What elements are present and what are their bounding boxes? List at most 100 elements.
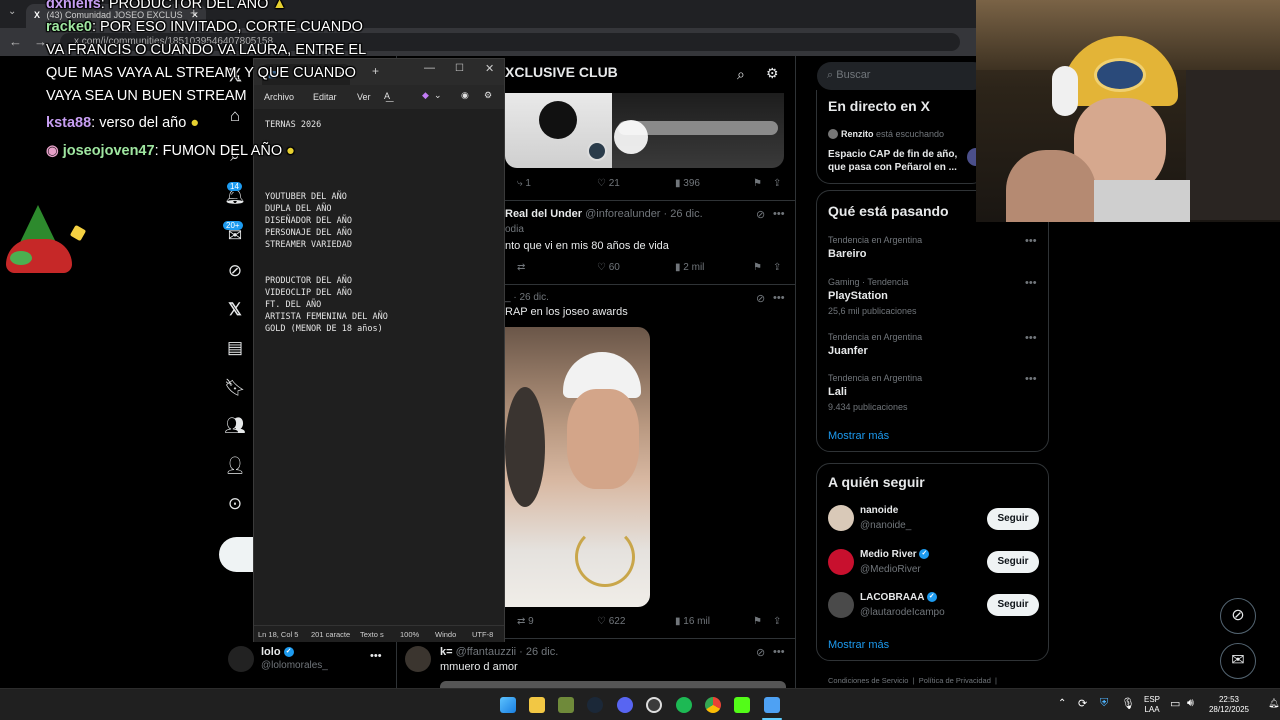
- avatar[interactable]: [828, 505, 854, 531]
- share-icon[interactable]: ⇪: [773, 178, 781, 189]
- live-space-title[interactable]: Espacio CAP de fin de año, que pasa con …: [828, 148, 960, 174]
- bookmarks-icon[interactable]: 🔖︎: [223, 376, 247, 400]
- who-to-follow-panel: A quién seguir nanoide @nanoide_ Seguir …: [816, 463, 1049, 661]
- chat-message: dxnielfs: PRODUCTOR DEL AÑO ▲: [46, 0, 406, 19]
- privacy-link[interactable]: Política de Privacidad: [919, 676, 991, 685]
- trend-item[interactable]: Tendencia en Argentina Lali 9.434 public…: [828, 373, 922, 412]
- search-icon[interactable]: ⌕: [737, 66, 745, 83]
- messages-float-button[interactable]: ✉: [1220, 643, 1256, 679]
- follow-name[interactable]: Medio River ✓: [860, 549, 930, 560]
- copilot-icon[interactable]: ◆: [422, 90, 429, 101]
- obs-icon[interactable]: [646, 697, 662, 713]
- trend-more-icon[interactable]: •••: [1025, 277, 1037, 289]
- clock[interactable]: 22:53 28/12/2025: [1202, 695, 1256, 715]
- network-icon[interactable]: ▭: [1170, 697, 1180, 710]
- badge-icon: ◉: [46, 143, 59, 159]
- avatar[interactable]: [828, 592, 854, 618]
- post-2-author[interactable]: Real del Under: [505, 208, 582, 220]
- notepad-taskbar-icon[interactable]: [764, 697, 780, 713]
- share-icon[interactable]: ⇪: [773, 616, 781, 627]
- like-icon[interactable]: ♡ 21: [597, 178, 620, 189]
- shirt-shape: [1094, 180, 1190, 222]
- windows-start-icon[interactable]: [500, 697, 516, 713]
- avatar[interactable]: [828, 549, 854, 575]
- live-host[interactable]: Renzito está escuchando: [841, 129, 944, 139]
- notification-bell-icon[interactable]: 🔔︎: [1268, 698, 1279, 709]
- trends-show-more-link[interactable]: Mostrar más: [828, 430, 889, 442]
- trend-item[interactable]: Gaming · Tendencia PlayStation 25,6 mil …: [828, 277, 917, 316]
- tray-chevron-icon[interactable]: ⌃: [1058, 698, 1066, 709]
- notepad-settings-icon[interactable]: ⚙: [484, 90, 492, 101]
- kick-icon[interactable]: [734, 697, 750, 713]
- like-icon[interactable]: ♡ 622: [597, 616, 625, 627]
- bookmark-icon[interactable]: ⚑: [753, 262, 762, 273]
- follow-show-more-link[interactable]: Mostrar más: [828, 639, 889, 651]
- tab-list-chevron-icon[interactable]: ⌄: [8, 6, 16, 17]
- share-icon[interactable]: ⇪: [773, 262, 781, 273]
- profile-icon[interactable]: 👤︎: [223, 454, 247, 478]
- grok-icon[interactable]: ⊘: [223, 259, 247, 283]
- post-media-video[interactable]: [612, 93, 784, 168]
- minimize-icon[interactable]: —: [424, 62, 435, 74]
- post-4-avatar[interactable]: [405, 646, 431, 672]
- like-icon[interactable]: ♡ 60: [597, 262, 620, 273]
- trend-name: Juanfer: [828, 345, 868, 357]
- follow-button[interactable]: Seguir: [987, 508, 1039, 530]
- lists-icon[interactable]: ▤: [223, 336, 247, 360]
- status-chars: 201 caracte: [311, 630, 351, 639]
- spotify-icon[interactable]: [676, 697, 692, 713]
- sidebar-footer: Condiciones de Servicio | Política de Pr…: [828, 676, 998, 685]
- settings-gear-icon[interactable]: ⚙: [766, 65, 779, 82]
- minecraft-icon[interactable]: [558, 697, 574, 713]
- more-options-icon[interactable]: ⊙: [223, 492, 247, 516]
- tray-mic-icon[interactable]: 🎙︎: [1121, 697, 1135, 710]
- account-more-icon[interactable]: •••: [370, 650, 382, 662]
- premium-x-icon[interactable]: 𝕏: [223, 298, 247, 322]
- post-4-more-icon[interactable]: •••: [773, 646, 785, 658]
- back-arrow-icon[interactable]: ←: [9, 34, 22, 49]
- trend-item[interactable]: Tendencia en Argentina Juanfer: [828, 332, 922, 357]
- volume-icon[interactable]: 🔊︎: [1187, 697, 1194, 710]
- bookmark-icon[interactable]: ⚑: [753, 178, 762, 189]
- retweet-icon[interactable]: ⇄ 9: [517, 616, 534, 627]
- post-4-author[interactable]: k=: [440, 646, 453, 658]
- x-logo-icon: X: [34, 10, 41, 20]
- steam-icon[interactable]: [587, 697, 603, 713]
- post-2-more-icon[interactable]: •••: [773, 208, 785, 220]
- notifications-badge: 14: [227, 182, 242, 191]
- retweet-icon[interactable]: ⇄: [517, 262, 525, 273]
- grok-float-button[interactable]: ⊘: [1220, 598, 1256, 634]
- account-avatar[interactable]: [228, 646, 254, 672]
- terms-link[interactable]: Condiciones de Servicio: [828, 676, 908, 685]
- account-icon[interactable]: ◉: [461, 90, 469, 101]
- post-3-more-icon[interactable]: •••: [773, 292, 785, 304]
- chrome-icon[interactable]: [705, 697, 721, 713]
- grok-post-icon[interactable]: ⊘: [756, 208, 765, 221]
- trend-more-icon[interactable]: •••: [1025, 235, 1037, 247]
- status-zoom[interactable]: 100%: [400, 630, 419, 639]
- copilot-chevron-icon[interactable]: ⌄: [434, 90, 442, 101]
- tray-sync-icon[interactable]: ⟳: [1078, 697, 1087, 710]
- language-indicator[interactable]: ESP LAA: [1140, 695, 1164, 715]
- follow-button[interactable]: Seguir: [987, 594, 1039, 616]
- post-3-photo[interactable]: [505, 327, 650, 607]
- grok-post-icon[interactable]: ⊘: [756, 292, 765, 305]
- file-explorer-icon[interactable]: [529, 697, 545, 713]
- post-4-media[interactable]: [440, 681, 786, 688]
- communities-icon[interactable]: 👥︎: [223, 414, 247, 438]
- discord-icon[interactable]: [617, 697, 633, 713]
- trend-item[interactable]: Tendencia en Argentina Bareiro: [828, 235, 922, 260]
- post-media-camera[interactable]: [505, 93, 612, 168]
- tray-shield-icon[interactable]: ⛨: [1100, 697, 1108, 710]
- maximize-icon[interactable]: ☐: [455, 63, 464, 74]
- follow-name[interactable]: nanoide: [860, 505, 898, 516]
- search-input[interactable]: ⌕ Buscar: [817, 62, 987, 90]
- trend-more-icon[interactable]: •••: [1025, 332, 1037, 344]
- reply-icon[interactable]: ⤷ 1: [517, 178, 531, 189]
- bookmark-icon[interactable]: ⚑: [753, 616, 762, 627]
- follow-button[interactable]: Seguir: [987, 551, 1039, 573]
- grok-post-icon[interactable]: ⊘: [756, 646, 765, 659]
- follow-name[interactable]: LACOBRAAA ✓: [860, 592, 937, 603]
- close-icon[interactable]: ✕: [485, 62, 494, 75]
- trend-more-icon[interactable]: •••: [1025, 373, 1037, 385]
